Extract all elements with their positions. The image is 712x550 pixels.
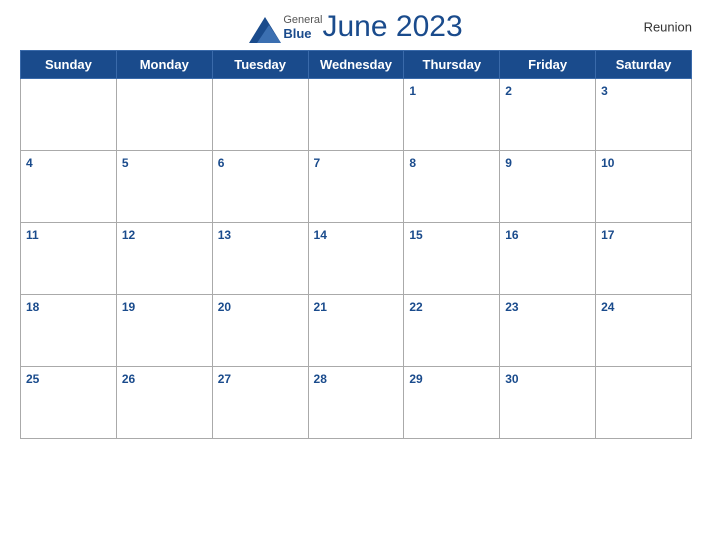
day-cell-15: 15 xyxy=(404,223,500,295)
day-cell-22: 22 xyxy=(404,295,500,367)
day-cell-11: 11 xyxy=(21,223,117,295)
logo-blue: Blue xyxy=(283,26,322,41)
day-cell-12: 12 xyxy=(116,223,212,295)
logo-general: General xyxy=(283,14,322,26)
empty-cell xyxy=(308,79,404,151)
logo-text: General Blue xyxy=(283,14,322,41)
day-number: 21 xyxy=(314,300,327,314)
empty-cell xyxy=(116,79,212,151)
day-number: 28 xyxy=(314,372,327,386)
weekday-header-thursday: Thursday xyxy=(404,51,500,79)
calendar-table: SundayMondayTuesdayWednesdayThursdayFrid… xyxy=(20,50,692,439)
day-cell-19: 19 xyxy=(116,295,212,367)
day-number: 14 xyxy=(314,228,327,242)
day-number: 17 xyxy=(601,228,614,242)
weekday-header-friday: Friday xyxy=(500,51,596,79)
day-cell-17: 17 xyxy=(596,223,692,295)
day-number: 3 xyxy=(601,84,608,98)
day-cell-5: 5 xyxy=(116,151,212,223)
day-number: 16 xyxy=(505,228,518,242)
day-cell-7: 7 xyxy=(308,151,404,223)
region-label: Reunion xyxy=(644,20,692,35)
day-cell-29: 29 xyxy=(404,367,500,439)
day-cell-30: 30 xyxy=(500,367,596,439)
day-number: 26 xyxy=(122,372,135,386)
day-number: 7 xyxy=(314,156,321,170)
calendar-title: June 2023 xyxy=(323,10,463,44)
weekday-header-tuesday: Tuesday xyxy=(212,51,308,79)
day-number: 4 xyxy=(26,156,33,170)
empty-cell xyxy=(212,79,308,151)
day-cell-18: 18 xyxy=(21,295,117,367)
day-cell-24: 24 xyxy=(596,295,692,367)
day-cell-4: 4 xyxy=(21,151,117,223)
day-cell-1: 1 xyxy=(404,79,500,151)
day-cell-20: 20 xyxy=(212,295,308,367)
day-number: 13 xyxy=(218,228,231,242)
weekday-header-sunday: Sunday xyxy=(21,51,117,79)
day-number: 25 xyxy=(26,372,39,386)
week-row-2: 4 5 6 7 8 9 10 xyxy=(21,151,692,223)
weekday-header-saturday: Saturday xyxy=(596,51,692,79)
day-number: 2 xyxy=(505,84,512,98)
day-cell-26: 26 xyxy=(116,367,212,439)
empty-cell xyxy=(596,367,692,439)
day-cell-9: 9 xyxy=(500,151,596,223)
day-number: 10 xyxy=(601,156,614,170)
day-number: 12 xyxy=(122,228,135,242)
day-cell-6: 6 xyxy=(212,151,308,223)
week-row-5: 25 26 27 28 29 30 xyxy=(21,367,692,439)
day-number: 20 xyxy=(218,300,231,314)
week-row-3: 11 12 13 14 15 16 17 xyxy=(21,223,692,295)
day-number: 22 xyxy=(409,300,422,314)
day-number: 5 xyxy=(122,156,129,170)
logo: General Blue xyxy=(249,14,322,41)
day-number: 23 xyxy=(505,300,518,314)
day-number: 9 xyxy=(505,156,512,170)
day-cell-13: 13 xyxy=(212,223,308,295)
day-cell-3: 3 xyxy=(596,79,692,151)
day-cell-21: 21 xyxy=(308,295,404,367)
day-number: 6 xyxy=(218,156,225,170)
day-number: 11 xyxy=(26,228,39,242)
day-cell-14: 14 xyxy=(308,223,404,295)
day-cell-23: 23 xyxy=(500,295,596,367)
day-cell-27: 27 xyxy=(212,367,308,439)
day-number: 15 xyxy=(409,228,422,242)
week-row-4: 18 19 20 21 22 23 24 xyxy=(21,295,692,367)
day-cell-10: 10 xyxy=(596,151,692,223)
weekday-header-row: SundayMondayTuesdayWednesdayThursdayFrid… xyxy=(21,51,692,79)
day-number: 8 xyxy=(409,156,416,170)
day-number: 27 xyxy=(218,372,231,386)
day-number: 24 xyxy=(601,300,614,314)
day-cell-8: 8 xyxy=(404,151,500,223)
empty-cell xyxy=(21,79,117,151)
day-cell-2: 2 xyxy=(500,79,596,151)
day-cell-16: 16 xyxy=(500,223,596,295)
day-number: 1 xyxy=(409,84,416,98)
logo-icon xyxy=(249,17,279,37)
weekday-header-wednesday: Wednesday xyxy=(308,51,404,79)
day-number: 29 xyxy=(409,372,422,386)
day-cell-28: 28 xyxy=(308,367,404,439)
calendar-header: General Blue June 2023 Reunion xyxy=(20,10,692,44)
day-number: 18 xyxy=(26,300,39,314)
week-row-1: 1 2 3 xyxy=(21,79,692,151)
day-number: 19 xyxy=(122,300,135,314)
day-number: 30 xyxy=(505,372,518,386)
weekday-header-monday: Monday xyxy=(116,51,212,79)
day-cell-25: 25 xyxy=(21,367,117,439)
